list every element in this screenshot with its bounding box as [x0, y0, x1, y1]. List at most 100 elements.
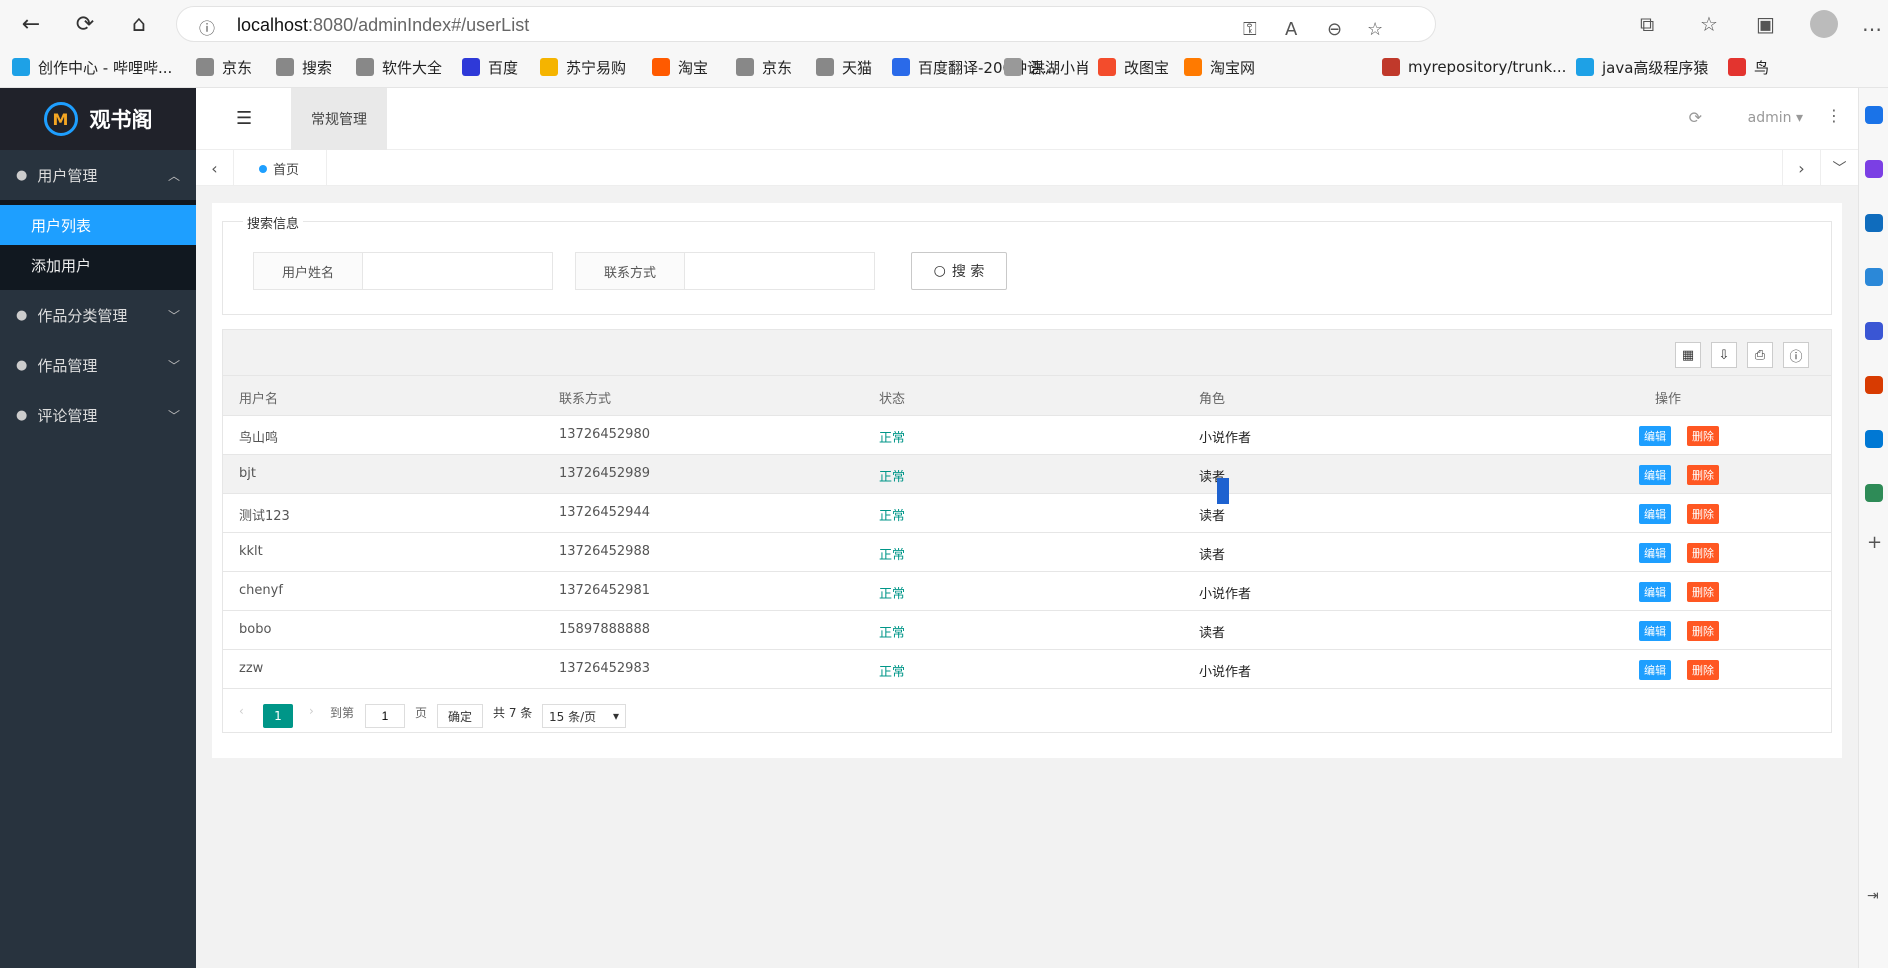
username-label: 用户姓名 [253, 252, 363, 290]
chevron-down-icon[interactable]: ﹀ [1820, 150, 1858, 186]
username-cell: kklt [239, 544, 263, 559]
contact-label: 联系方式 [575, 252, 685, 290]
username-input[interactable] [363, 252, 553, 290]
total-count: 共 7 条 [493, 706, 533, 720]
search-button[interactable]: ○ 搜 索 [911, 252, 1007, 290]
favorites-icon[interactable]: ☆ [1700, 12, 1718, 36]
bookmark-item[interactable]: 天猫 [816, 56, 872, 78]
collections-icon[interactable]: ▣ [1756, 12, 1775, 36]
bookmark-icon [1728, 58, 1746, 76]
bookmark-item[interactable]: 鸟 [1728, 56, 1769, 78]
bookmark-item[interactable]: 淘宝 [652, 56, 708, 78]
delete-button[interactable]: 删除 [1687, 543, 1719, 563]
browser-side-panel: + ⇥ [1858, 88, 1888, 968]
profile-avatar[interactable] [1810, 10, 1838, 38]
games-icon[interactable] [1865, 484, 1883, 502]
tools-icon[interactable] [1865, 268, 1883, 286]
address-bar[interactable]: ⓘ localhost:8080/adminIndex#/userList ⚿ … [176, 6, 1436, 42]
bookmark-item[interactable]: 搜索 [276, 56, 332, 78]
zoom-out-icon[interactable]: ⊖ [1327, 19, 1342, 40]
chevron-right-icon[interactable]: › [1782, 150, 1820, 186]
user-icon: ● [16, 307, 28, 323]
more-vertical-icon[interactable]: ⋮ [1826, 106, 1842, 125]
refresh-icon[interactable]: ⟳ [1689, 108, 1702, 127]
phone-cell: 13726452988 [559, 544, 650, 559]
bookmark-icon [1184, 58, 1202, 76]
columns-icon[interactable]: ▦ [1675, 342, 1701, 368]
tab-home[interactable]: 首页 [259, 159, 299, 178]
chevron-down-icon: ﹀ [167, 308, 180, 323]
extensions-icon[interactable]: ⧉ [1640, 12, 1654, 36]
edit-button[interactable]: 编辑 [1639, 660, 1671, 680]
exit-icon[interactable]: ⇥ [1867, 888, 1879, 904]
prev-page-icon[interactable]: ‹ [239, 704, 244, 718]
edit-button[interactable]: 编辑 [1639, 504, 1671, 524]
edit-button[interactable]: 编辑 [1639, 543, 1671, 563]
menu-category-management[interactable]: ● 作品分类管理 ﹀ [0, 290, 196, 340]
contact-input[interactable] [685, 252, 875, 290]
bookmark-item[interactable]: 创作中心 - 哔哩哔... [12, 56, 172, 78]
home-icon[interactable]: ⌂ [122, 8, 156, 40]
tab-general[interactable]: 常规管理 [291, 88, 387, 150]
edit-button[interactable]: 编辑 [1639, 621, 1671, 641]
bookmark-item[interactable]: 改图宝 [1098, 56, 1169, 78]
delete-button[interactable]: 删除 [1687, 621, 1719, 641]
bookmark-item[interactable]: 京东 [736, 56, 792, 78]
menu-item-user-list[interactable]: 用户列表 [0, 205, 196, 245]
edit-button[interactable]: 编辑 [1639, 582, 1671, 602]
edit-button[interactable]: 编辑 [1639, 465, 1671, 485]
favorite-add-icon[interactable]: ☆ [1367, 19, 1383, 40]
outlook-icon[interactable] [1865, 430, 1883, 448]
page-current[interactable]: 1 [263, 704, 293, 728]
delete-button[interactable]: 删除 [1687, 465, 1719, 485]
export-icon[interactable]: ⇩ [1711, 342, 1737, 368]
page-size-select[interactable]: 15 条/页 ▾ [542, 704, 626, 728]
edit-button[interactable]: 编辑 [1639, 426, 1671, 446]
menu-comment-management[interactable]: ● 评论管理 ﹀ [0, 390, 196, 440]
bookmark-item[interactable]: 软件大全 [356, 56, 442, 78]
read-aloud-icon[interactable]: A [1285, 19, 1297, 40]
more-icon[interactable]: … [1862, 12, 1882, 36]
role-cell: 小说作者 [1199, 587, 1252, 602]
info-icon[interactable]: ⓘ [199, 15, 215, 39]
shopping-icon[interactable] [1865, 214, 1883, 232]
page-number-input[interactable] [365, 704, 405, 728]
delete-button[interactable]: 删除 [1687, 426, 1719, 446]
menu-item-add-user[interactable]: 添加用户 [0, 245, 196, 285]
back-icon[interactable]: ← [14, 8, 48, 40]
delete-button[interactable]: 删除 [1687, 504, 1719, 524]
user-icon: ● [16, 407, 28, 423]
menu-works-management[interactable]: ● 作品管理 ﹀ [0, 340, 196, 390]
chevron-left-icon[interactable]: ‹ [196, 150, 234, 186]
search-icon[interactable] [1865, 106, 1883, 124]
menu-user-management[interactable]: ● 用户管理 ︿ [0, 150, 196, 200]
bookmark-item[interactable]: myrepository/trunk... [1382, 56, 1566, 78]
bookmark-item[interactable]: 苏宁易购 [540, 56, 626, 78]
table-row: bobo 15897888888 正常 读者 编辑 删除 [223, 611, 1831, 650]
print-icon[interactable]: ⎙ [1747, 342, 1773, 368]
bookmark-item[interactable]: java高级程序猿 [1576, 56, 1708, 78]
username-cell: 测试123 [239, 509, 290, 524]
info-icon[interactable]: ⓘ [1783, 342, 1809, 368]
divider [326, 150, 327, 186]
menu-toggle-icon[interactable]: ☰ [236, 108, 252, 129]
key-icon[interactable]: ⚿ [1243, 19, 1257, 40]
logo[interactable]: M 观书阁 [0, 88, 196, 150]
people-icon[interactable] [1865, 322, 1883, 340]
copilot-icon[interactable] [1865, 160, 1883, 178]
delete-button[interactable]: 删除 [1687, 582, 1719, 602]
bookmark-item[interactable]: 百度 [462, 56, 518, 78]
chevron-up-icon: ︿ [167, 168, 180, 183]
user-menu[interactable]: admin ▾ [1748, 110, 1803, 126]
office-icon[interactable] [1865, 376, 1883, 394]
next-page-icon[interactable]: › [309, 704, 314, 718]
bookmark-item[interactable]: 洪湖小肖 [1004, 56, 1090, 78]
bookmark-item[interactable]: 淘宝网 [1184, 56, 1255, 78]
delete-button[interactable]: 删除 [1687, 660, 1719, 680]
refresh-icon[interactable]: ⟳ [68, 8, 102, 40]
goto-confirm-button[interactable]: 确定 [437, 704, 483, 728]
bookmark-item[interactable]: 京东 [196, 56, 252, 78]
add-icon[interactable]: + [1867, 532, 1882, 553]
col-role: 角色 [1199, 392, 1226, 407]
phone-cell: 13726452981 [559, 583, 650, 598]
